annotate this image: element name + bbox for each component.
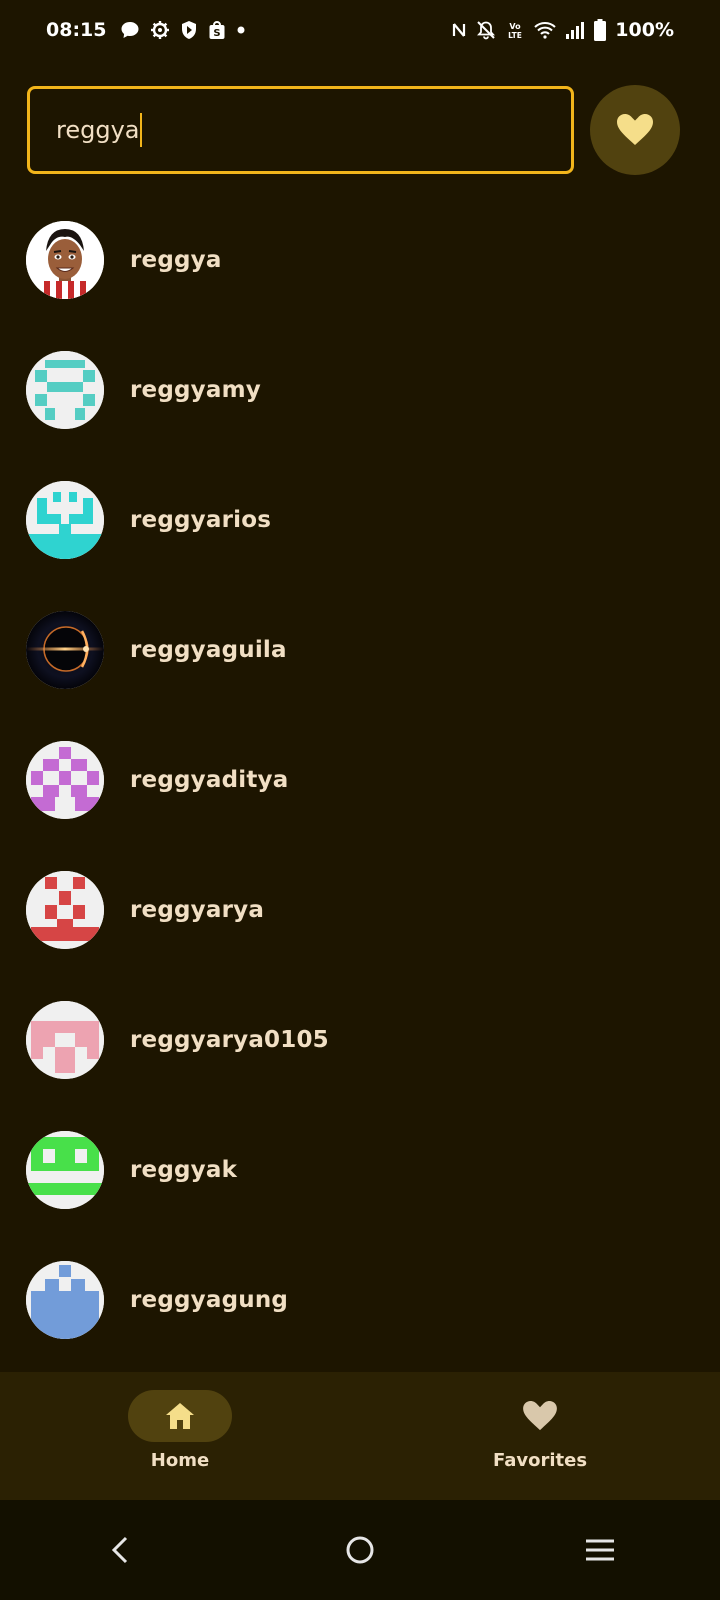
username: reggyarya0105 bbox=[130, 1027, 329, 1053]
list-item[interactable]: reggyarya0105 bbox=[0, 975, 720, 1105]
shield-icon bbox=[180, 20, 198, 40]
bell-off-icon bbox=[476, 20, 496, 40]
list-item[interactable]: reggyarios bbox=[0, 455, 720, 585]
shopping-bag-icon: S bbox=[208, 20, 226, 40]
dot-icon bbox=[236, 25, 246, 35]
gear-icon bbox=[150, 20, 170, 40]
avatar bbox=[26, 1131, 104, 1209]
avatar bbox=[26, 871, 104, 949]
heart-icon bbox=[523, 1401, 557, 1431]
search-input[interactable]: reggya bbox=[56, 116, 139, 144]
favorites-button[interactable] bbox=[590, 85, 680, 175]
svg-text:S: S bbox=[214, 28, 221, 39]
nav-icon-container bbox=[488, 1390, 592, 1442]
recents-button[interactable] bbox=[560, 1515, 640, 1585]
status-bar: 08:15 S Vo LTE 100% bbox=[0, 0, 720, 60]
message-icon bbox=[120, 20, 140, 40]
status-right: Vo LTE 100% bbox=[451, 19, 674, 41]
username: reggyagung bbox=[130, 1287, 289, 1313]
circle-icon bbox=[345, 1535, 375, 1565]
wifi-icon bbox=[534, 20, 556, 40]
avatar bbox=[26, 1261, 104, 1339]
bottom-navigation: Home Favorites bbox=[0, 1372, 720, 1500]
battery-percentage: 100% bbox=[615, 19, 674, 41]
nav-label-home: Home bbox=[150, 1450, 210, 1471]
heart-icon bbox=[617, 114, 653, 146]
avatar bbox=[26, 481, 104, 559]
status-time: 08:15 bbox=[46, 19, 107, 41]
avatar bbox=[26, 221, 104, 299]
home-system-button[interactable] bbox=[320, 1515, 400, 1585]
username: reggyarios bbox=[130, 507, 272, 533]
nfc-icon bbox=[451, 20, 467, 40]
text-cursor bbox=[140, 113, 143, 147]
username: reggya bbox=[130, 247, 222, 273]
search-field[interactable]: reggya bbox=[27, 86, 574, 174]
username: reggyarya bbox=[130, 897, 265, 923]
avatar bbox=[26, 741, 104, 819]
back-button[interactable] bbox=[80, 1515, 160, 1585]
avatar bbox=[26, 611, 104, 689]
list-item[interactable]: reggyagung bbox=[0, 1235, 720, 1365]
list-item[interactable]: reggyaguila bbox=[0, 585, 720, 715]
list-item[interactable]: reggya bbox=[0, 195, 720, 325]
avatar bbox=[26, 1001, 104, 1079]
username: reggyak bbox=[130, 1157, 238, 1183]
menu-icon bbox=[585, 1538, 615, 1562]
avatar bbox=[26, 351, 104, 429]
volte-icon: Vo LTE bbox=[505, 20, 525, 40]
signal-icon bbox=[565, 20, 585, 40]
user-results-list: reggya reggyamy reggyarios reggyaguila r… bbox=[0, 195, 720, 1365]
username: reggyaguila bbox=[130, 637, 287, 663]
nav-item-favorites[interactable]: Favorites bbox=[360, 1372, 720, 1500]
username: reggyaditya bbox=[130, 767, 289, 793]
list-item[interactable]: reggyaditya bbox=[0, 715, 720, 845]
nav-label-favorites: Favorites bbox=[492, 1450, 588, 1471]
back-icon bbox=[109, 1535, 131, 1565]
nav-active-indicator bbox=[128, 1390, 232, 1442]
list-item[interactable]: reggyamy bbox=[0, 325, 720, 455]
home-icon bbox=[165, 1402, 195, 1430]
system-navigation-bar bbox=[0, 1500, 720, 1600]
list-item[interactable]: reggyak bbox=[0, 1105, 720, 1235]
battery-icon bbox=[594, 19, 607, 41]
svg-text:Vo: Vo bbox=[510, 22, 522, 31]
nav-item-home[interactable]: Home bbox=[0, 1372, 360, 1500]
status-left: 08:15 S bbox=[46, 19, 246, 41]
username: reggyamy bbox=[130, 377, 261, 403]
list-item[interactable]: reggyarya bbox=[0, 845, 720, 975]
svg-text:LTE: LTE bbox=[508, 31, 522, 40]
